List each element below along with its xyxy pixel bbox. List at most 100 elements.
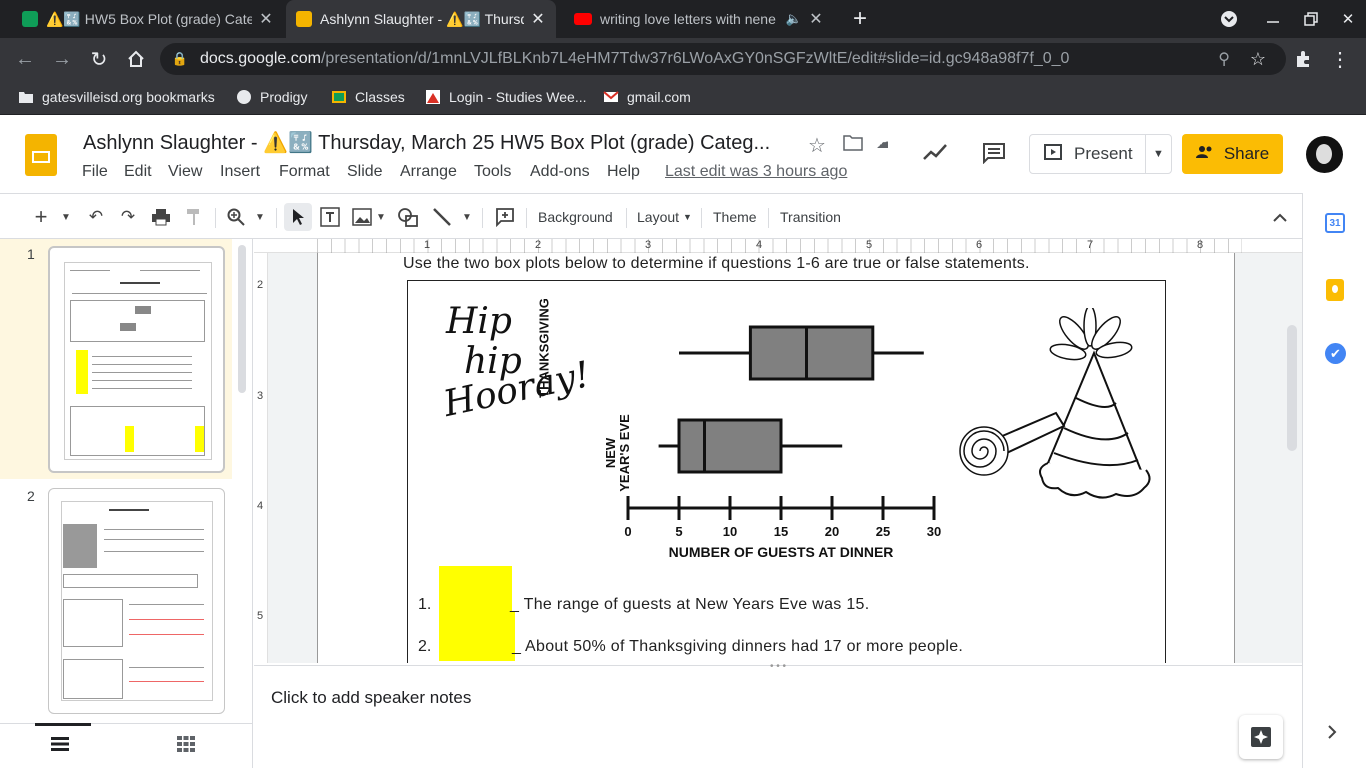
expand-panel-icon[interactable] — [1327, 725, 1337, 744]
x-axis-label: NUMBER OF GUESTS AT DINNER — [669, 544, 894, 560]
bookmark-label: Prodigy — [260, 89, 308, 105]
bookmark-gmail[interactable]: gmail.com — [603, 80, 691, 114]
menu-view[interactable]: View — [168, 163, 202, 181]
layout-label: Layout — [637, 209, 680, 225]
cloud-status-icon[interactable]: ☁ — [876, 132, 888, 153]
notes-resize-handle[interactable]: • • • — [764, 662, 792, 672]
redo-icon[interactable]: ↷ — [117, 203, 139, 231]
slide-thumbnail-2[interactable] — [48, 488, 225, 714]
tab-title: writing love letters with nene — [600, 11, 776, 27]
shape-icon[interactable] — [396, 203, 420, 231]
zoom-icon[interactable] — [224, 203, 248, 231]
browser-tab-strip: ⚠️🔣 HW5 Box Plot (grade) Cate ✕ Ashlynn … — [0, 0, 1366, 38]
tab-search-icon[interactable] — [1210, 0, 1248, 38]
extensions-icon[interactable] — [1285, 38, 1321, 80]
speaker-notes-placeholder: Click to add speaker notes — [271, 688, 472, 707]
restore-icon[interactable] — [1292, 0, 1330, 38]
speaker-notes[interactable]: • • • Click to add speaker notes — [254, 662, 1302, 768]
calendar-icon[interactable]: 31 — [1325, 213, 1345, 233]
last-edit-link[interactable]: Last edit was 3 hours ago — [665, 163, 847, 181]
collapse-toolbar-icon[interactable] — [1268, 203, 1292, 231]
chevron-down-icon: ▼ — [683, 212, 692, 222]
close-window-icon[interactable]: ✕ — [1329, 0, 1366, 38]
reload-icon[interactable]: ↻ — [81, 38, 117, 80]
menu-file[interactable]: File — [82, 163, 108, 181]
menu-slide[interactable]: Slide — [347, 163, 383, 181]
close-tab-icon[interactable]: ✕ — [808, 9, 824, 29]
add-comment-icon[interactable] — [493, 203, 517, 231]
location-icon[interactable]: ⚲ — [1218, 49, 1230, 69]
select-cursor-icon[interactable] — [284, 203, 312, 231]
activity-trend-icon[interactable] — [922, 142, 948, 167]
menu-addons[interactable]: Add-ons — [530, 163, 590, 181]
document-title[interactable]: Ashlynn Slaughter - ⚠️🔣 Thursday, March … — [83, 130, 770, 155]
chevron-down-icon[interactable]: ▼ — [1145, 135, 1171, 173]
menu-insert[interactable]: Insert — [220, 163, 260, 181]
keep-icon[interactable] — [1326, 279, 1344, 301]
move-folder-icon[interactable] — [843, 135, 863, 156]
close-tab-icon[interactable]: ✕ — [258, 9, 274, 29]
slide-canvas[interactable]: 1 2 3 4 5 6 7 8 2 3 4 5 Use the two box … — [254, 239, 1302, 663]
paint-format-icon[interactable] — [183, 203, 205, 231]
tick-label: 0 — [624, 524, 631, 539]
new-slide-chevron-icon[interactable]: ▼ — [58, 203, 74, 231]
new-tab-button[interactable]: + — [841, 0, 879, 38]
line-icon[interactable] — [430, 203, 454, 231]
answer-box-1[interactable] — [439, 566, 512, 611]
bookmark-label: gatesvilleisd.org bookmarks — [42, 89, 215, 105]
browser-tab-slides[interactable]: Ashlynn Slaughter - ⚠️🔣 Thursd ✕ — [286, 0, 556, 38]
more-menu-icon[interactable]: ⋮ — [1322, 38, 1358, 80]
filmstrip-view-icon[interactable] — [51, 737, 69, 756]
image-chevron-icon[interactable]: ▼ — [374, 203, 388, 231]
filmstrip-scrollbar[interactable] — [238, 245, 246, 393]
slide-thumbnail-1[interactable] — [48, 246, 225, 473]
comments-icon[interactable] — [982, 142, 1006, 169]
home-icon[interactable] — [118, 38, 154, 80]
transition-button[interactable]: Transition — [780, 203, 841, 231]
menu-help[interactable]: Help — [607, 163, 640, 181]
minimize-icon[interactable] — [1254, 0, 1292, 38]
menu-arrange[interactable]: Arrange — [400, 163, 457, 181]
explore-button[interactable] — [1239, 715, 1283, 759]
image-icon[interactable] — [350, 203, 374, 231]
bookmark-classes[interactable]: Classes — [331, 80, 405, 114]
new-slide-icon[interactable]: + — [30, 203, 52, 231]
bookmark-studies-weekly[interactable]: Login - Studies Wee... — [425, 80, 586, 114]
undo-icon[interactable]: ↶ — [85, 203, 107, 231]
ruler-number: 3 — [645, 239, 652, 251]
line-chevron-icon[interactable]: ▼ — [460, 203, 474, 231]
answer-box-2[interactable] — [439, 611, 515, 661]
thanksgiving-label: THANKSGIVING — [536, 298, 552, 398]
tasks-icon[interactable]: ✔ — [1325, 343, 1346, 364]
bookmark-star-icon[interactable]: ☆ — [1250, 49, 1266, 70]
edit-toolbar: + ▼ ↶ ↷ ▼ ▼ ▼ Background Layout ▼ Theme … — [0, 193, 1302, 239]
grid-view-icon[interactable] — [177, 736, 195, 757]
bookmark-prodigy[interactable]: Prodigy — [236, 80, 307, 114]
bookmark-folder[interactable]: gatesvilleisd.org bookmarks — [18, 80, 215, 114]
menu-tools[interactable]: Tools — [474, 163, 511, 181]
print-icon[interactable] — [149, 203, 173, 231]
star-icon[interactable]: ☆ — [808, 133, 826, 158]
browser-tab-hw5[interactable]: ⚠️🔣 HW5 Box Plot (grade) Cate ✕ — [12, 0, 284, 38]
forward-icon[interactable]: → — [44, 38, 80, 80]
theme-button[interactable]: Theme — [713, 203, 757, 231]
menu-format[interactable]: Format — [279, 163, 330, 181]
slide[interactable]: Use the two box plots below to determine… — [317, 253, 1235, 663]
zoom-chevron-icon[interactable]: ▼ — [252, 203, 268, 231]
account-avatar[interactable] — [1306, 136, 1343, 173]
vertical-ruler: 2 3 4 5 — [254, 253, 268, 663]
menu-edit[interactable]: Edit — [124, 163, 152, 181]
slides-logo-icon[interactable] — [25, 134, 57, 176]
speaker-icon: 🔈 — [785, 11, 802, 26]
slide-filmstrip: 1 2 — [0, 239, 253, 723]
browser-tab-youtube[interactable]: writing love letters with nene 🔈 ✕ — [564, 0, 834, 38]
canvas-scrollbar[interactable] — [1287, 325, 1297, 451]
background-button[interactable]: Background — [538, 203, 613, 231]
share-button[interactable]: Share — [1182, 134, 1283, 174]
address-bar[interactable]: 🔒 docs.google.com/presentation/d/1mnLVJL… — [160, 43, 1286, 75]
present-button[interactable]: Present ▼ — [1029, 134, 1172, 174]
back-icon[interactable]: ← — [7, 38, 43, 80]
close-tab-icon[interactable]: ✕ — [530, 9, 546, 29]
layout-button[interactable]: Layout ▼ — [637, 203, 692, 231]
text-box-icon[interactable] — [318, 203, 342, 231]
